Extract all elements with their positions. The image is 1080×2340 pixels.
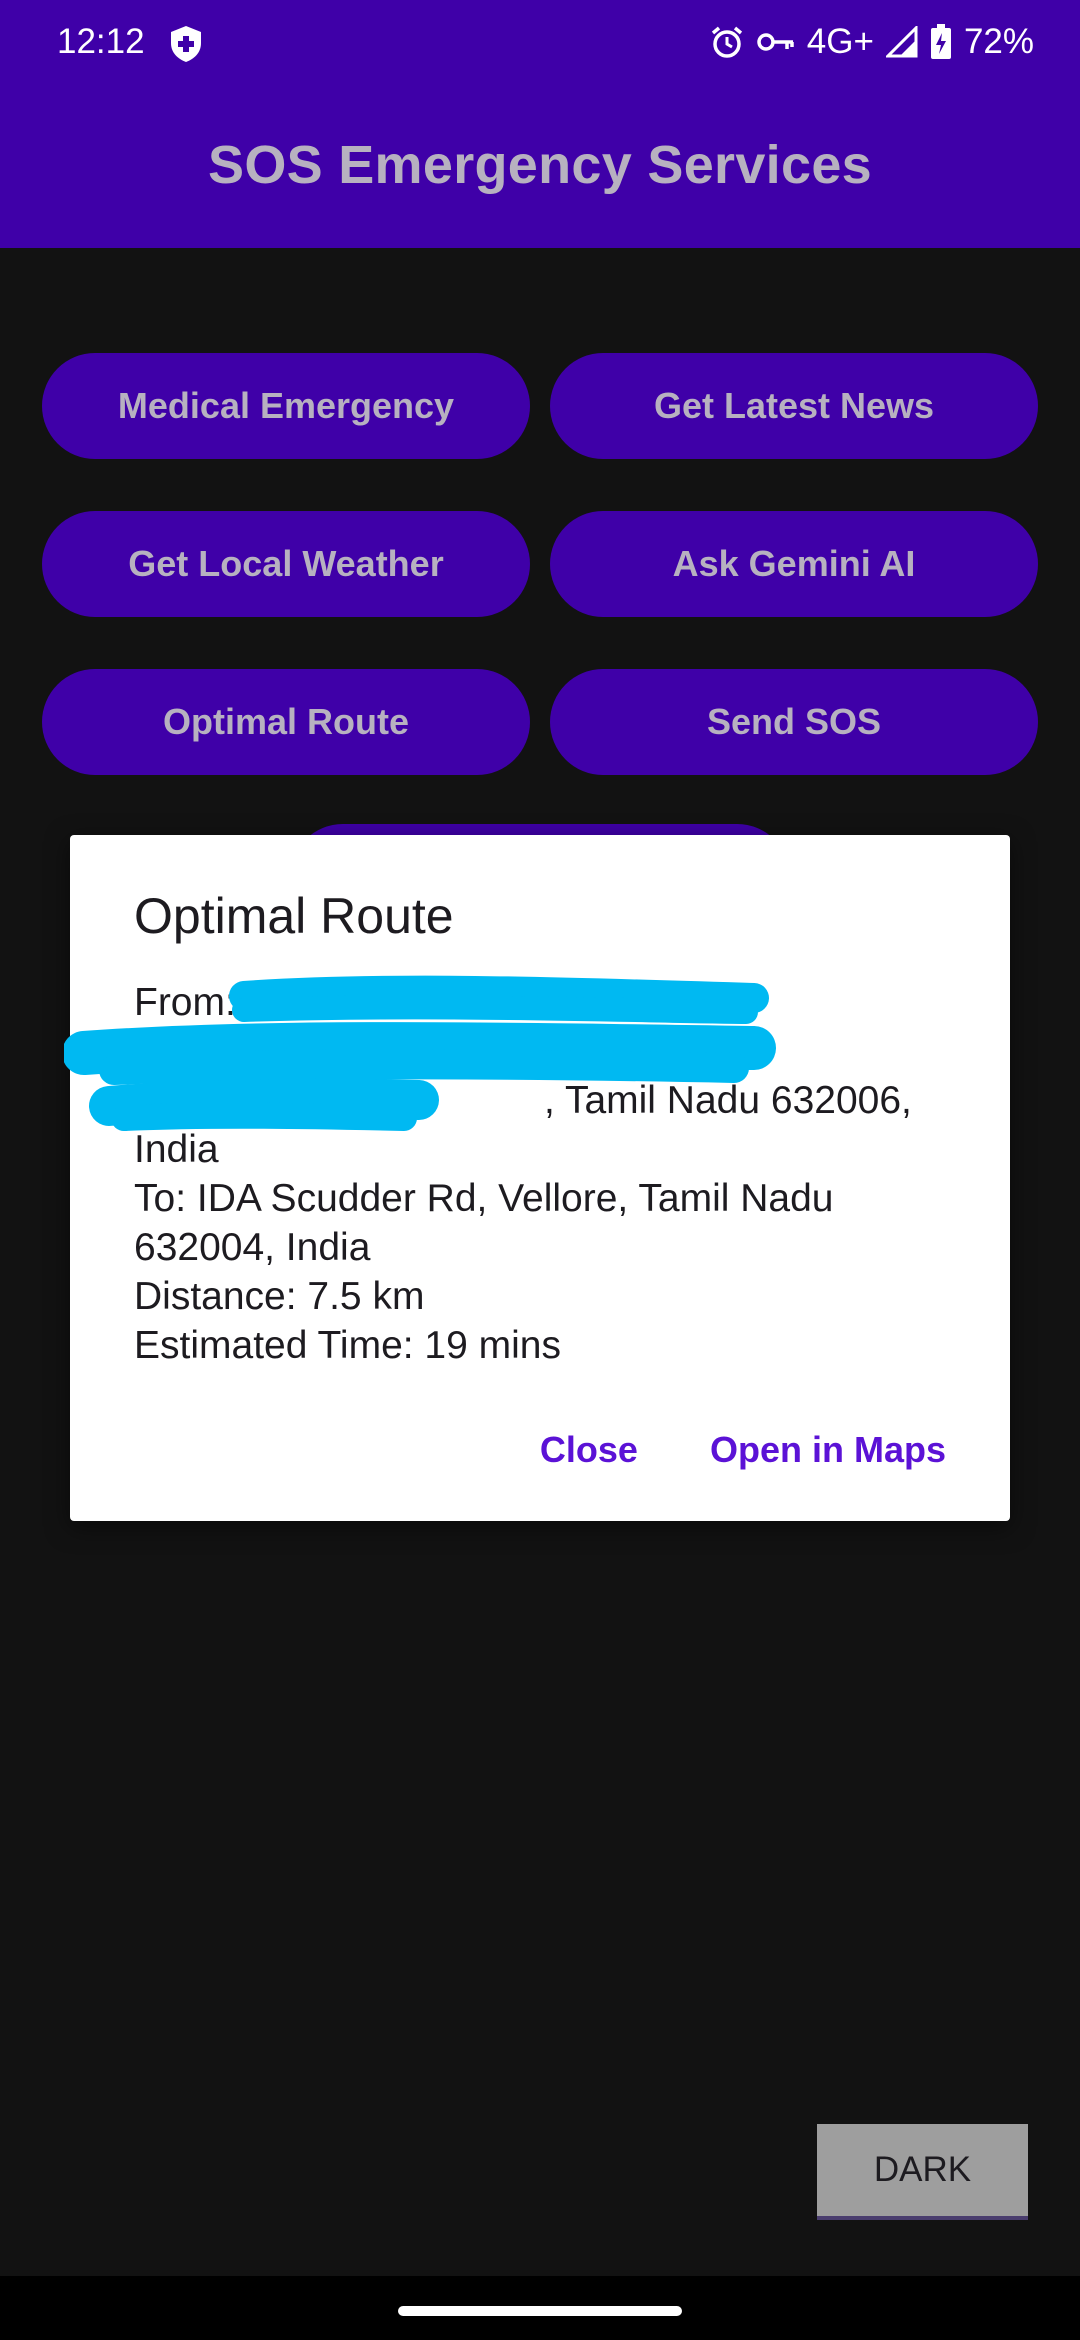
signal-icon: [885, 26, 918, 58]
dialog-distance: Distance: 7.5 km: [134, 1275, 425, 1318]
ask-gemini-ai-button[interactable]: Ask Gemini AI: [550, 511, 1038, 617]
dialog-to-line: To: IDA Scudder Rd, Vellore, Tamil Nadu …: [134, 1177, 834, 1269]
dialog-actions: Close Open in Maps: [540, 1429, 946, 1471]
app-screen: 12:12 4G+ 72% SOS Emergency Services Med…: [0, 0, 1080, 2340]
send-sos-button[interactable]: Send SOS: [550, 669, 1038, 775]
dialog-from-line-4: India: [134, 1128, 219, 1171]
vpn-key-icon: [757, 30, 795, 54]
app-bar: SOS Emergency Services: [0, 84, 1080, 248]
dialog-from-line: From: X: [134, 981, 273, 1024]
open-in-maps-button[interactable]: Open in Maps: [710, 1429, 946, 1471]
status-icons: 4G+ 72%: [709, 18, 1034, 66]
dark-mode-button[interactable]: DARK: [817, 2124, 1028, 2220]
shield-icon: [168, 24, 204, 64]
redacted-line: [134, 1027, 964, 1076]
status-bar: 12:12 4G+ 72%: [0, 0, 1080, 84]
battery-percent: 72%: [963, 22, 1034, 61]
dialog-title: Optimal Route: [134, 888, 454, 944]
dialog-message: From: X , Tamil Nadu 632006, India To: I…: [64, 975, 964, 1370]
dialog-estimated-time: Estimated Time: 19 mins: [134, 1324, 561, 1367]
home-gesture-handle[interactable]: [398, 2306, 682, 2316]
dialog-from-line-3: , Tamil Nadu 632006,: [544, 1079, 912, 1122]
app-title: SOS Emergency Services: [208, 135, 872, 195]
alarm-icon: [709, 24, 745, 60]
get-latest-news-button[interactable]: Get Latest News: [550, 353, 1038, 459]
navigation-bar: [0, 2276, 1080, 2340]
battery-charging-icon: [930, 24, 952, 60]
close-button[interactable]: Close: [540, 1429, 638, 1471]
get-local-weather-button[interactable]: Get Local Weather: [42, 511, 530, 617]
optimal-route-dialog: Optimal Route From: X , Tamil Nadu 63200…: [64, 835, 1010, 1521]
medical-emergency-button[interactable]: Medical Emergency: [42, 353, 530, 459]
network-type: 4G+: [806, 22, 874, 61]
status-time: 12:12: [57, 22, 145, 61]
optimal-route-button[interactable]: Optimal Route: [42, 669, 530, 775]
